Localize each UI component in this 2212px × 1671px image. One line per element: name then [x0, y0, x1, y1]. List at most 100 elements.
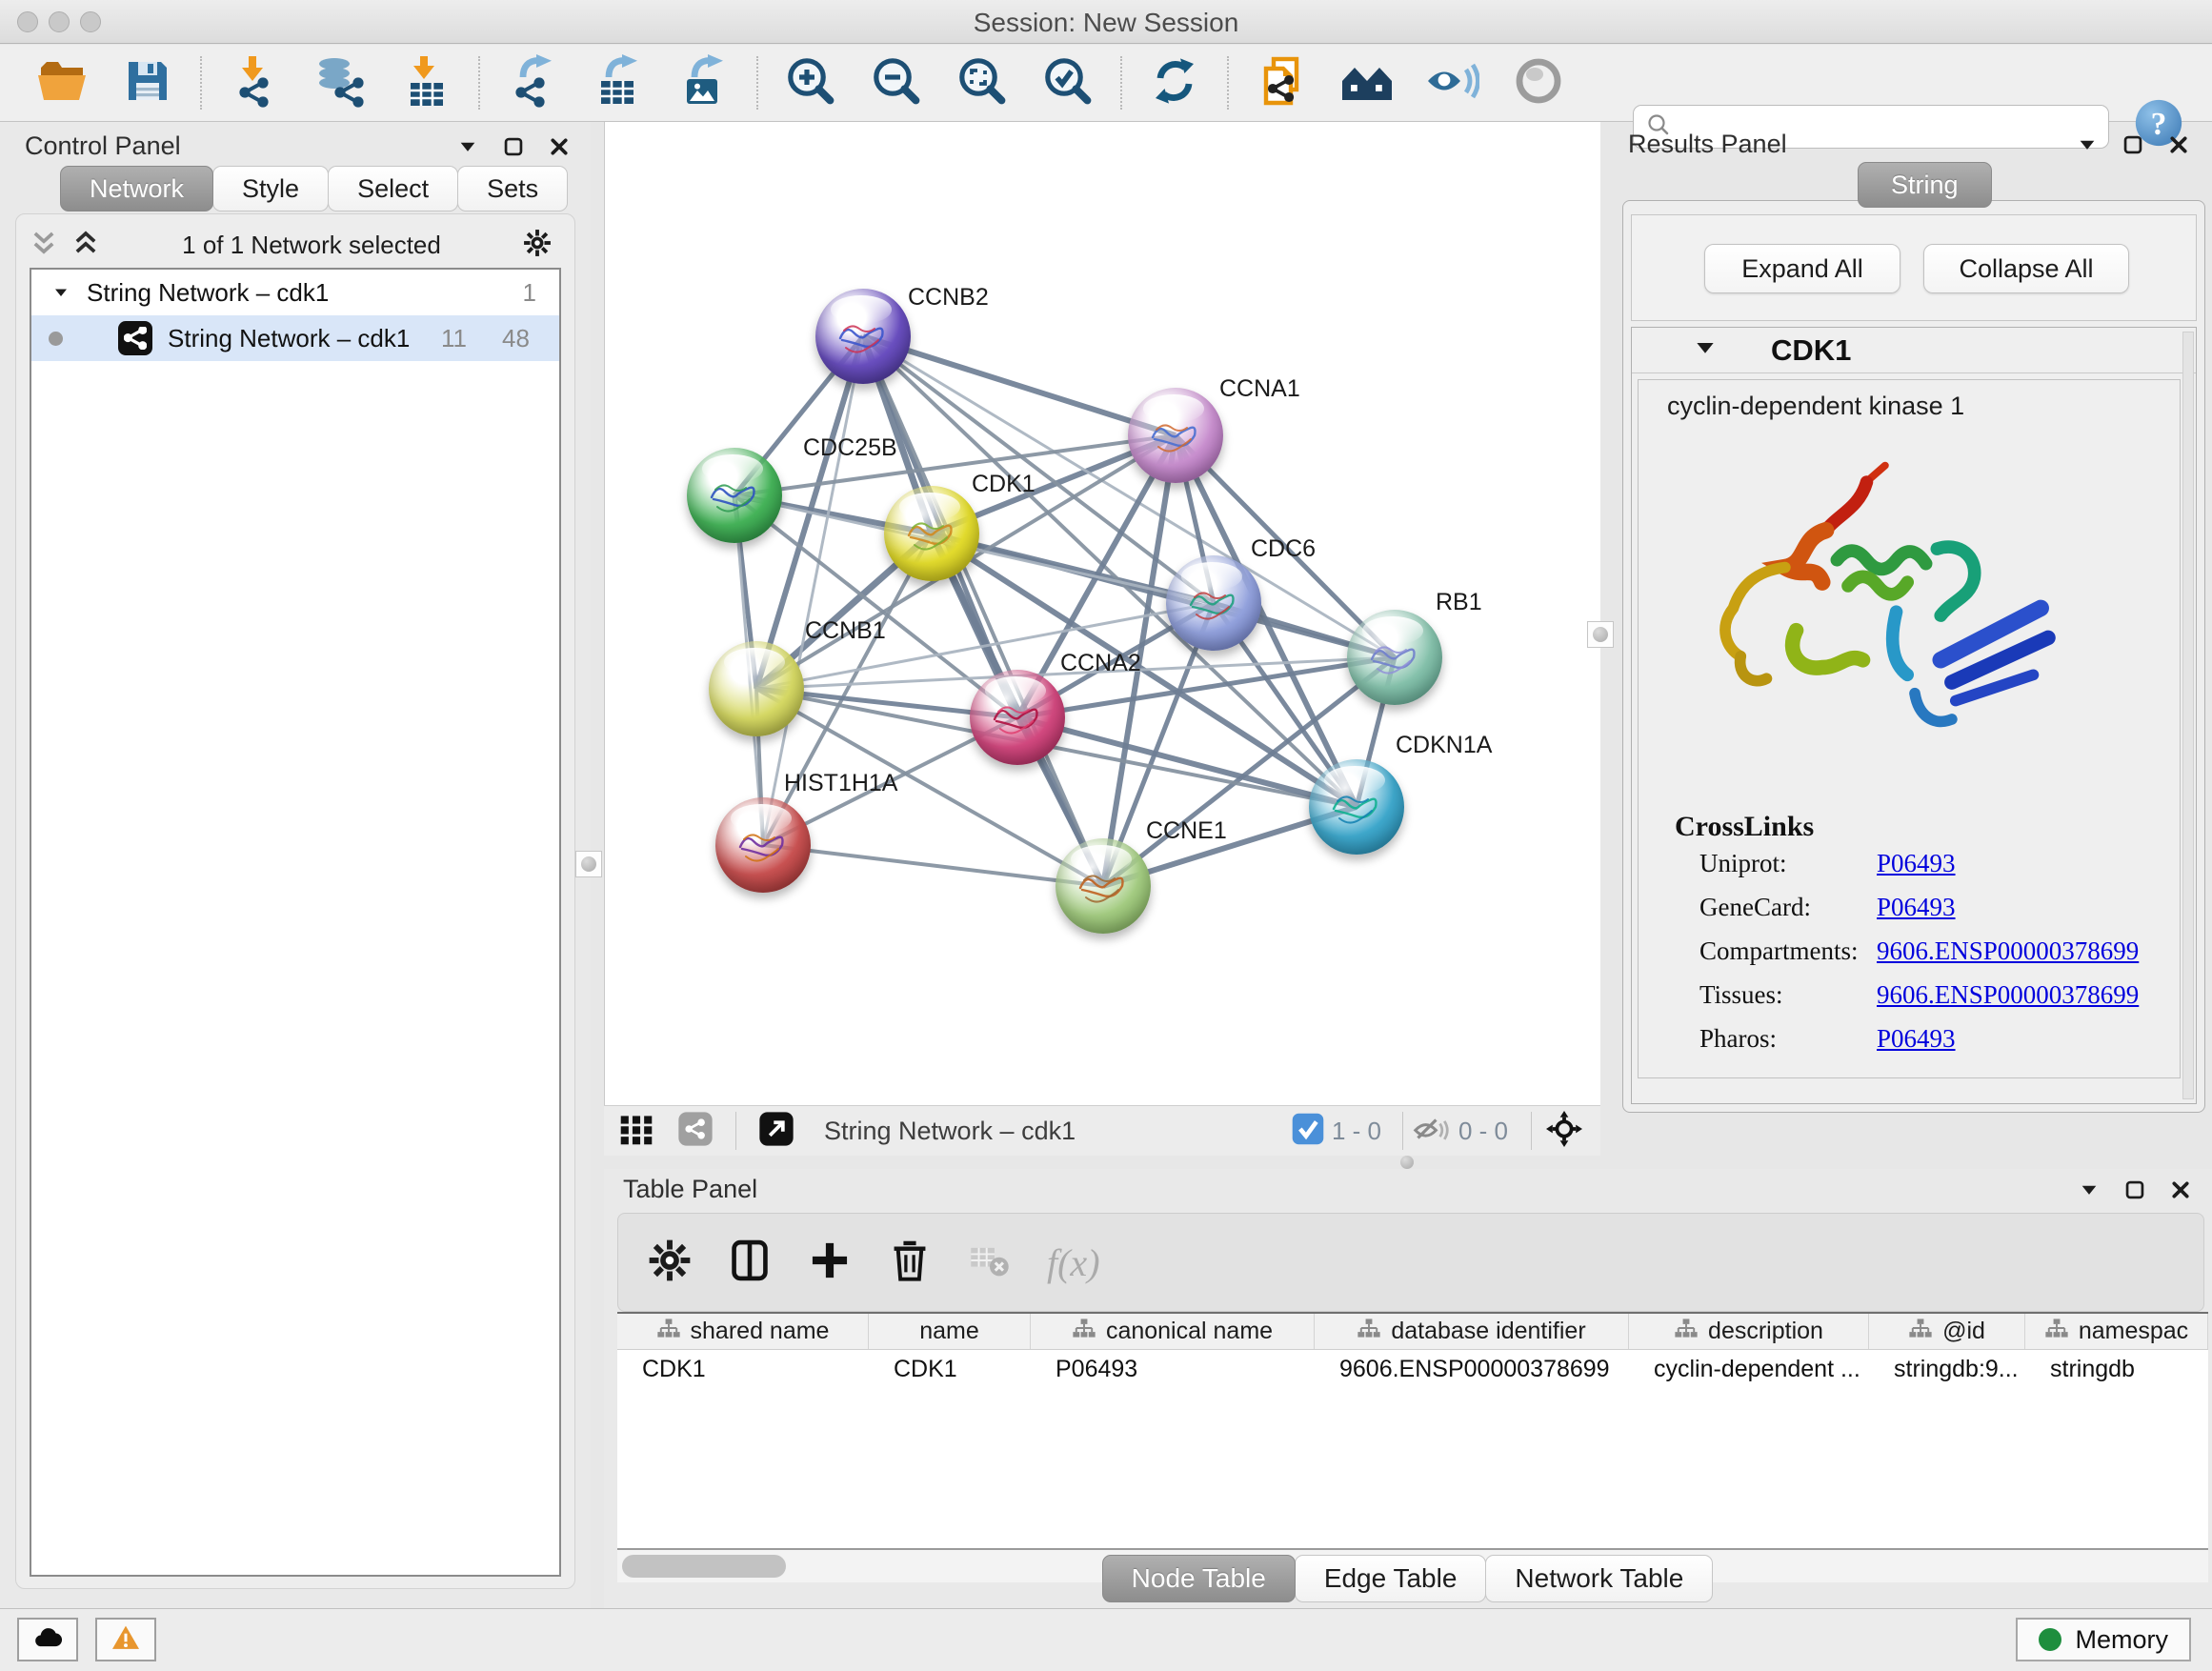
- node-CCNA2[interactable]: [970, 670, 1065, 765]
- panel-menu-caret-icon[interactable]: [2077, 134, 2098, 155]
- columns-button[interactable]: [727, 1239, 773, 1285]
- panel-menu-caret-icon[interactable]: [457, 136, 478, 157]
- network-badge-icon[interactable]: [673, 1108, 718, 1154]
- network-canvas[interactable]: CCNB2CCNA1CDC25BCDK1CDC6RB1CCNB1CCNA2CDK…: [604, 122, 1600, 1105]
- inactive-eye-button[interactable]: [1511, 55, 1566, 111]
- column-header-databaseidentifier[interactable]: database identifier: [1315, 1314, 1629, 1349]
- panel-close-icon[interactable]: [2168, 134, 2189, 155]
- panel-close-icon[interactable]: [2170, 1179, 2191, 1200]
- crosslink-link[interactable]: P06493: [1877, 1024, 1956, 1054]
- trash-button[interactable]: [887, 1239, 933, 1285]
- function-builder-icon[interactable]: f(x): [1047, 1240, 1100, 1285]
- zoom-selected-button[interactable]: [1040, 55, 1096, 111]
- memory-button[interactable]: Memory: [2016, 1618, 2191, 1661]
- import-table-button[interactable]: [398, 55, 453, 111]
- column-header-namespac[interactable]: namespac: [2025, 1314, 2208, 1349]
- crosslink-link[interactable]: 9606.ENSP00000378699: [1877, 936, 2139, 966]
- show-hide-button[interactable]: [1425, 55, 1480, 111]
- grid-view-icon[interactable]: [613, 1108, 659, 1154]
- export-table-button[interactable]: [591, 55, 646, 111]
- zoom-selected-icon: [1041, 54, 1095, 112]
- open-folder-button[interactable]: [34, 55, 90, 111]
- tab-edge-table[interactable]: Edge Table: [1295, 1555, 1487, 1602]
- expand-all-networks-icon[interactable]: [71, 229, 100, 262]
- gene-section-header[interactable]: CDK1: [1632, 328, 2196, 373]
- collapse-all-networks-icon[interactable]: [30, 229, 58, 262]
- panel-menu-caret-icon[interactable]: [2079, 1179, 2100, 1200]
- add-column-button[interactable]: [807, 1239, 853, 1285]
- inactive-eye-icon: [1512, 54, 1565, 112]
- edge-HIST1H1A-CCNE1[interactable]: [763, 845, 1103, 886]
- export-image-button[interactable]: [676, 55, 732, 111]
- column-header-description[interactable]: description: [1629, 1314, 1869, 1349]
- bottom-splitter-handle[interactable]: [1393, 1156, 1421, 1168]
- node-CDK1[interactable]: [884, 486, 979, 581]
- node-CCNE1[interactable]: [1056, 838, 1151, 934]
- node-CDKN1A[interactable]: [1309, 759, 1404, 855]
- node-CCNA1[interactable]: [1128, 388, 1223, 483]
- panel-float-icon[interactable]: [2124, 1179, 2145, 1200]
- edge-CCNB2-HIST1H1A[interactable]: [763, 336, 863, 845]
- zoom-out-button[interactable]: [869, 55, 924, 111]
- zoom-fit-button[interactable]: [955, 55, 1010, 111]
- warnings-button[interactable]: [95, 1618, 156, 1661]
- save-button[interactable]: [120, 55, 175, 111]
- tab-style[interactable]: Style: [212, 166, 329, 211]
- table-row[interactable]: CDK1CDK1P064939606.ENSP00000378699cyclin…: [617, 1350, 2208, 1392]
- gear-button[interactable]: [647, 1239, 693, 1285]
- columns-icon: [728, 1238, 772, 1287]
- selected-checkbox-icon[interactable]: [1292, 1115, 1324, 1147]
- delete-table-button[interactable]: [967, 1239, 1013, 1285]
- results-scrollbar[interactable]: [2182, 332, 2194, 1099]
- edge-CCNB2-CCNE1[interactable]: [863, 336, 1103, 886]
- results-panel: Results Panel String Expand All Collapse…: [1615, 122, 2212, 1156]
- hidden-eye-icon[interactable]: [1411, 1111, 1451, 1151]
- gene-collapse-caret-icon[interactable]: [1632, 335, 1771, 365]
- tab-network[interactable]: Network: [60, 166, 213, 211]
- tab-select[interactable]: Select: [328, 166, 458, 211]
- column-header-name[interactable]: name: [869, 1314, 1031, 1349]
- network-collection-row[interactable]: String Network – cdk11: [31, 270, 559, 315]
- column-header-id[interactable]: @id: [1869, 1314, 2025, 1349]
- network-options-gear-icon[interactable]: [523, 229, 552, 262]
- network-row[interactable]: String Network – cdk11148: [31, 315, 559, 361]
- crosslink-link[interactable]: P06493: [1877, 849, 1956, 878]
- toolbar-separator: [1227, 56, 1229, 110]
- node-CCNB2[interactable]: [815, 289, 911, 384]
- right-splitter-handle[interactable]: [1587, 621, 1614, 648]
- column-header-canonicalname[interactable]: canonical name: [1031, 1314, 1315, 1349]
- birdseye-icon[interactable]: [1541, 1108, 1587, 1154]
- tab-network-table[interactable]: Network Table: [1485, 1555, 1713, 1602]
- tab-string[interactable]: String: [1858, 162, 1992, 208]
- zoom-in-button[interactable]: [783, 55, 838, 111]
- left-splitter-handle[interactable]: [575, 851, 602, 877]
- export-network-button[interactable]: [505, 55, 560, 111]
- copy-pages-button[interactable]: [1254, 55, 1309, 111]
- import-database-button[interactable]: [312, 55, 368, 111]
- open-in-window-icon[interactable]: [754, 1108, 799, 1154]
- panel-float-icon[interactable]: [503, 136, 524, 157]
- node-label-CDK1: CDK1: [972, 471, 1036, 498]
- crosslink-link[interactable]: P06493: [1877, 893, 1956, 922]
- panel-float-icon[interactable]: [2122, 134, 2143, 155]
- node-CCNB1[interactable]: [709, 641, 804, 736]
- column-header-sharedname[interactable]: shared name: [617, 1314, 869, 1349]
- tab-node-table[interactable]: Node Table: [1102, 1555, 1296, 1602]
- crosslink-link[interactable]: 9606.ENSP00000378699: [1877, 980, 2139, 1010]
- string-home-button[interactable]: [1339, 55, 1395, 111]
- import-network-button[interactable]: [227, 55, 282, 111]
- panel-close-icon[interactable]: [549, 136, 570, 157]
- node-CDC25B[interactable]: [687, 448, 782, 543]
- expand-all-button[interactable]: Expand All: [1704, 244, 1900, 293]
- attr-icon: [1357, 1318, 1381, 1345]
- node-HIST1H1A[interactable]: [715, 797, 811, 893]
- edge-CCNB2-CCNA1[interactable]: [863, 336, 1176, 435]
- crosslink-row: GeneCard:P06493: [1699, 893, 1811, 922]
- cloud-status-button[interactable]: [17, 1618, 78, 1661]
- tab-sets[interactable]: Sets: [457, 166, 568, 211]
- node-RB1[interactable]: [1347, 610, 1442, 705]
- collapse-all-button[interactable]: Collapse All: [1923, 244, 2129, 293]
- hidden-eye-icon: [1413, 1111, 1449, 1152]
- refresh-button[interactable]: [1147, 55, 1202, 111]
- node-CDC6[interactable]: [1166, 555, 1261, 651]
